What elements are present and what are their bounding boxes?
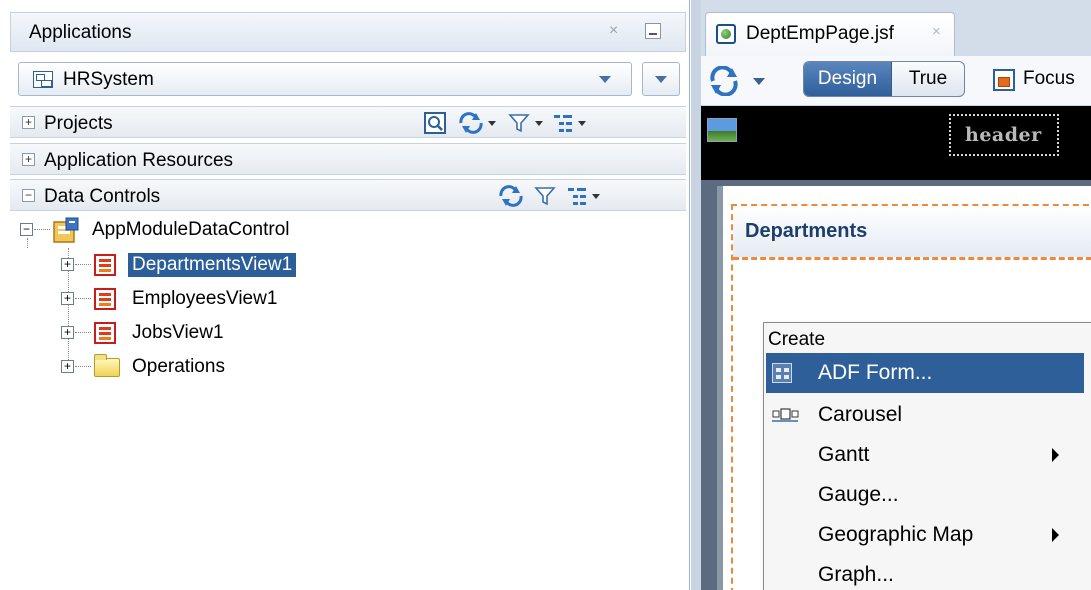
menu-item-label: ADF Form...: [818, 361, 933, 384]
data-control-icon: [53, 217, 79, 243]
view-object-icon: [94, 288, 116, 310]
true-mode-button[interactable]: True: [892, 62, 964, 96]
tree-connector: [75, 264, 91, 265]
image-icon[interactable]: [707, 118, 737, 142]
data-controls-label: Data Controls: [44, 186, 161, 207]
tree-item-appmodule[interactable]: − AppModuleDataControl: [20, 215, 420, 245]
menu-item-carousel[interactable]: Carousel: [766, 395, 1084, 435]
chevron-down-icon[interactable]: [578, 121, 586, 126]
projects-label: Projects: [44, 113, 113, 134]
departments-title: Departments: [745, 220, 868, 242]
header-facet-label: header: [965, 124, 1042, 146]
tree-connector: [34, 229, 50, 230]
menu-item-label: Gauge...: [818, 483, 899, 506]
tab-label: DeptEmpPage.jsf: [746, 23, 894, 44]
view-object-icon: [94, 254, 116, 276]
tree-item-label: JobsView1: [132, 322, 224, 343]
data-controls-section[interactable]: − Data Controls: [10, 179, 686, 211]
chevron-down-icon[interactable]: [753, 78, 765, 85]
view-mode-toggle[interactable]: Design True: [803, 61, 965, 97]
tree-connector: [75, 298, 91, 299]
submenu-arrow-icon: [1052, 448, 1059, 462]
collapse-icon[interactable]: −: [20, 223, 33, 236]
expand-icon[interactable]: +: [61, 360, 74, 373]
design-mode-button[interactable]: Design: [804, 62, 892, 96]
chevron-down-icon[interactable]: [488, 121, 496, 126]
refresh-icon[interactable]: [458, 112, 484, 134]
applications-header: Applications ×: [10, 12, 686, 52]
application-menu-button[interactable]: [642, 62, 680, 96]
menu-item-graph[interactable]: Graph...: [766, 555, 1084, 590]
tree-options-icon[interactable]: [552, 112, 574, 134]
chevron-down-icon[interactable]: [592, 194, 600, 199]
editor-toolbar: Design True Focus: [701, 56, 1091, 106]
application-resources-label: Application Resources: [44, 150, 234, 171]
application-combo[interactable]: HRSystem: [18, 62, 632, 96]
menu-item-label: Graph...: [818, 563, 894, 586]
application-resources-section[interactable]: + Application Resources: [10, 143, 686, 175]
expand-icon[interactable]: +: [61, 258, 74, 271]
chevron-down-icon[interactable]: [535, 121, 543, 126]
page-header-region[interactable]: header: [701, 106, 1091, 180]
tab-deptemppage[interactable]: DeptEmpPage.jsf ×: [705, 12, 955, 56]
menu-item-gauge[interactable]: Gauge...: [766, 475, 1084, 515]
minimize-icon[interactable]: [645, 23, 661, 39]
menu-item-label: Carousel: [818, 403, 903, 426]
tree-item-employeesview1[interactable]: + EmployeesView1: [20, 284, 420, 314]
close-icon[interactable]: ×: [932, 23, 941, 40]
refresh-icon[interactable]: [709, 66, 739, 96]
tree-item-label: AppModuleDataControl: [92, 219, 290, 240]
create-context-menu: Create ADF Form... Carousel Gantt Gauge.…: [763, 322, 1091, 590]
chevron-down-icon: [655, 76, 667, 83]
collapse-icon[interactable]: −: [22, 189, 35, 202]
departments-panel-header[interactable]: Departments: [733, 206, 1091, 260]
tree-connector: [75, 332, 91, 333]
folder-icon: [94, 354, 120, 377]
expand-icon[interactable]: +: [61, 292, 74, 305]
focus-button[interactable]: Focus: [1023, 68, 1075, 90]
view-object-icon: [94, 322, 116, 344]
submenu-arrow-icon: [1052, 528, 1059, 542]
tree-item-label: DepartmentsView1: [128, 253, 297, 277]
menu-item-geographic-map[interactable]: Geographic Map: [766, 515, 1084, 555]
tree-item-operations[interactable]: + Operations: [20, 352, 420, 382]
carousel-icon: [772, 408, 799, 422]
expand-icon[interactable]: +: [22, 116, 35, 129]
tree-item-jobsview1[interactable]: + JobsView1: [20, 318, 420, 348]
editor-tab-strip: DeptEmpPage.jsf ×: [701, 0, 1091, 56]
search-icon[interactable]: [424, 112, 446, 134]
menu-item-gantt[interactable]: Gantt: [766, 435, 1084, 475]
filter-icon[interactable]: [534, 185, 556, 207]
tree-connector: [75, 366, 91, 367]
tree-item-label: EmployeesView1: [132, 288, 278, 309]
application-combo-value: HRSystem: [63, 69, 154, 90]
jsf-page-icon: [716, 24, 736, 44]
refresh-icon[interactable]: [498, 185, 524, 207]
application-icon: [33, 71, 53, 88]
projects-section[interactable]: + Projects: [10, 106, 686, 138]
tree-item-label: Operations: [132, 356, 225, 377]
tree-item-departmentsview1[interactable]: + DepartmentsView1: [20, 250, 420, 280]
applications-title: Applications: [29, 22, 132, 43]
tree-options-icon[interactable]: [566, 185, 588, 207]
applications-navigator: Applications × HRSystem + Projects + App…: [0, 0, 690, 590]
header-facet[interactable]: header: [949, 114, 1059, 156]
menu-item-label: Gantt: [818, 443, 870, 466]
close-icon[interactable]: ×: [609, 22, 618, 40]
menu-item-label: Geographic Map: [818, 523, 974, 546]
expand-icon[interactable]: +: [22, 153, 35, 166]
focus-icon[interactable]: [993, 69, 1015, 91]
filter-icon[interactable]: [508, 112, 530, 134]
menu-item-adf-form[interactable]: ADF Form...: [766, 353, 1084, 393]
menu-title: Create: [768, 329, 826, 350]
chevron-down-icon: [599, 76, 611, 83]
expand-icon[interactable]: +: [61, 326, 74, 339]
form-icon: [772, 363, 792, 383]
